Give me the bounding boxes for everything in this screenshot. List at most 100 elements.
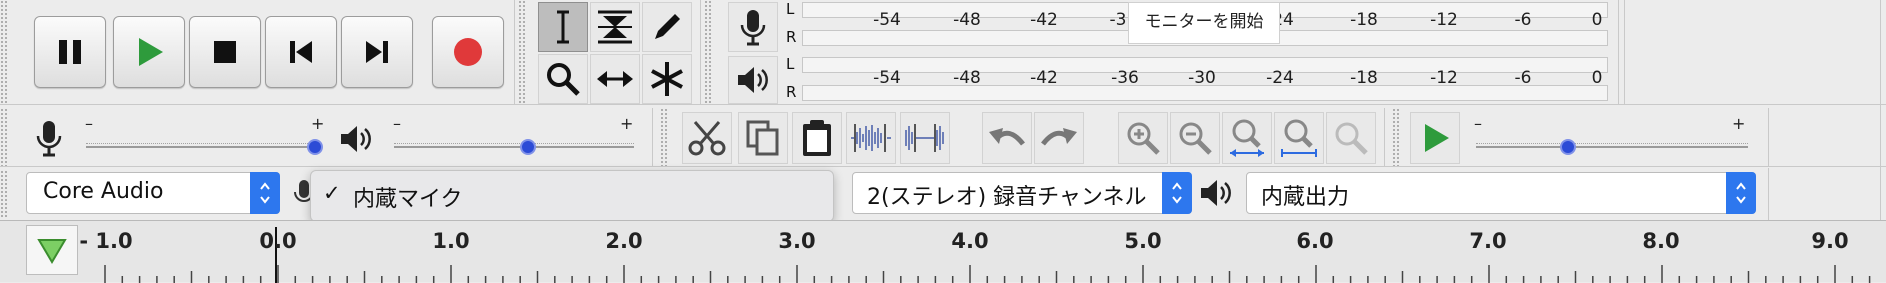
cut-button[interactable] — [682, 112, 732, 164]
playback-device-select[interactable]: 内蔵出力 — [1246, 172, 1756, 214]
row-divider — [0, 166, 1886, 167]
tick-label: -6 — [1514, 10, 1532, 30]
tick-label: -54 — [873, 68, 901, 88]
start-monitoring-tooltip[interactable]: モニターを開始 — [1128, 2, 1280, 44]
tick-label: -12 — [1430, 10, 1458, 30]
zoom-toggle-icon — [1335, 122, 1368, 155]
toolbar-grip[interactable] — [518, 0, 526, 104]
skip-to-start-button[interactable] — [265, 16, 337, 88]
play-at-speed-icon — [1425, 124, 1449, 152]
recording-channels-select[interactable]: 2(ステレオ) 録音チャンネル — [852, 172, 1192, 214]
redo-button[interactable] — [1034, 112, 1084, 164]
i-beam-icon — [557, 10, 569, 44]
recording-device-dropdown[interactable]: ✓ 内蔵マイク — [310, 170, 834, 222]
tick-label: -3 — [1109, 10, 1127, 30]
record-button[interactable] — [432, 16, 504, 88]
trim-icon — [851, 124, 891, 152]
multi-tool-button[interactable] — [642, 54, 692, 104]
playback-volume-plus: + — [620, 114, 634, 133]
silence-icon — [905, 124, 944, 152]
speed-ruler — [1476, 143, 1748, 145]
selection-tool-button[interactable] — [538, 2, 588, 52]
playback-volume-minus: – — [393, 114, 401, 133]
timeline-ruler[interactable]: - 1.0 0.0 1.0 2.0 3.0 4.0 5.0 6.0 7.0 8.… — [0, 220, 1886, 283]
silence-audio-button[interactable] — [900, 112, 950, 164]
speaker-icon — [738, 67, 768, 93]
record-volume-slider-thumb[interactable] — [306, 139, 323, 155]
ruler-label: 9.0 — [1811, 229, 1849, 253]
separator — [652, 108, 653, 166]
stop-button[interactable] — [189, 16, 261, 88]
playback-volume-slider[interactable] — [394, 146, 634, 148]
skip-to-end-button[interactable] — [341, 16, 413, 88]
playback-speed-slider[interactable] — [1476, 146, 1748, 148]
playback-volume-slider-thumb[interactable] — [520, 139, 537, 155]
draw-tool-button[interactable] — [642, 2, 692, 52]
playback-meter-button[interactable] — [728, 56, 778, 104]
pause-button[interactable] — [34, 16, 106, 88]
tick-label: -24 — [1266, 68, 1294, 88]
copy-button[interactable] — [738, 112, 788, 164]
audio-host-select[interactable]: Core Audio — [26, 172, 280, 214]
chevron-updown-icon — [250, 172, 280, 214]
play-button[interactable] — [113, 16, 185, 88]
ruler-label: 4.0 — [951, 229, 989, 253]
toolbar-grip[interactable] — [660, 108, 668, 166]
record-volume-ruler — [86, 143, 322, 145]
recording-device-option[interactable]: 内蔵マイク — [353, 181, 463, 213]
clipboard-icon — [803, 120, 831, 156]
toolbar-grip[interactable] — [1392, 108, 1400, 166]
trim-audio-button[interactable] — [846, 112, 896, 164]
undo-icon — [989, 128, 1025, 146]
right-channel-label: R — [786, 83, 797, 101]
left-channel-label: L — [786, 55, 795, 73]
check-icon: ✓ — [323, 181, 341, 205]
toolbar-grip[interactable] — [0, 0, 8, 104]
pause-icon — [59, 40, 81, 64]
separator — [1384, 108, 1385, 166]
tick-label: 0 — [1591, 10, 1603, 30]
undo-button[interactable] — [982, 112, 1032, 164]
skip-to-end-icon — [366, 41, 388, 63]
paste-button[interactable] — [792, 112, 842, 164]
playback-volume-speaker-icon — [341, 126, 371, 152]
tick-label: -12 — [1430, 68, 1458, 88]
zoom-fit-icon — [1281, 119, 1317, 157]
ruler-label: 3.0 — [778, 229, 816, 253]
fit-project-button[interactable] — [1274, 112, 1324, 164]
playback-volume-ruler — [394, 143, 634, 145]
tick-label: -54 — [873, 10, 901, 30]
asterisk-icon — [651, 62, 683, 96]
play-icon — [139, 38, 163, 66]
tick-label: -30 — [1188, 68, 1216, 88]
chevron-updown-icon — [1162, 172, 1192, 214]
time-shift-tool-button[interactable] — [590, 54, 640, 104]
record-meter-button[interactable] — [728, 2, 778, 52]
record-volume-slider[interactable] — [86, 146, 322, 148]
tick-label: -48 — [953, 68, 981, 88]
zoom-in-button[interactable] — [1118, 112, 1168, 164]
audio-host-value: Core Audio — [43, 179, 164, 204]
separator — [700, 0, 701, 104]
playback-meter-ticks: -54 -48 -42 -36 -30 -24 -18 -12 -6 0 — [802, 68, 1608, 92]
zoom-out-icon — [1179, 122, 1212, 155]
fit-selection-button[interactable] — [1222, 112, 1272, 164]
toolbar-grip[interactable] — [0, 170, 8, 218]
tick-label: -6 — [1514, 68, 1532, 88]
ruler-label: 1.0 — [432, 229, 470, 253]
tick-label: -18 — [1350, 68, 1378, 88]
zoom-out-button[interactable] — [1170, 112, 1220, 164]
toolbar-grip[interactable] — [704, 0, 712, 104]
tick-label: -18 — [1350, 10, 1378, 30]
toolbar-grip[interactable] — [0, 108, 8, 166]
playback-speed-slider-thumb[interactable] — [1560, 139, 1577, 155]
copy-icon — [746, 120, 779, 156]
envelope-tool-button[interactable] — [590, 2, 640, 52]
chevron-updown-icon — [1726, 172, 1756, 214]
zoom-tool-button[interactable] — [538, 54, 588, 104]
play-at-speed-button[interactable] — [1410, 112, 1460, 164]
scissors-icon — [688, 121, 726, 156]
playback-device-value: 内蔵出力 — [1261, 185, 1350, 210]
zoom-toggle-button[interactable] — [1326, 112, 1376, 164]
tick-label: -42 — [1030, 10, 1058, 30]
